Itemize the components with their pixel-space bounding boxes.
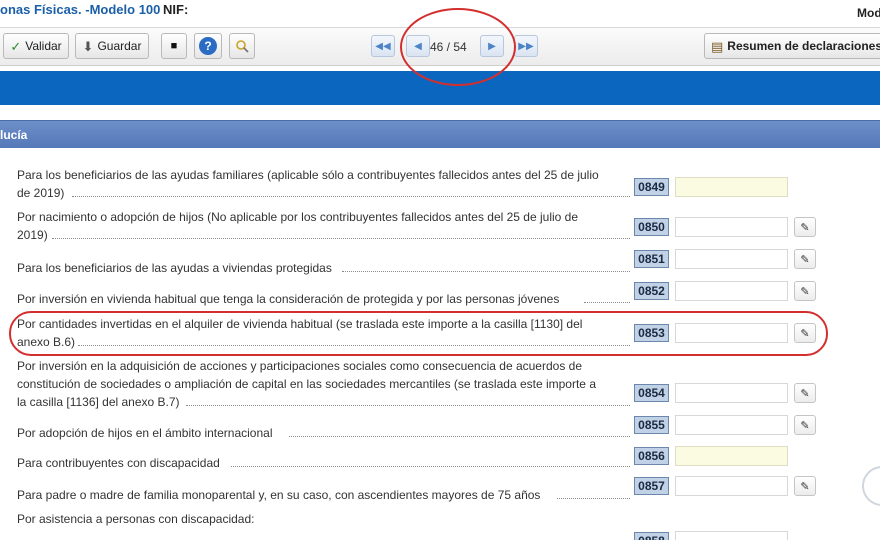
pencil-icon: ✎ [800, 253, 810, 266]
blue-header-band [0, 71, 880, 105]
search-button[interactable] [229, 33, 255, 59]
search-icon [236, 40, 249, 53]
code-0857: 0857 [634, 477, 669, 495]
row-label-0855: Por adopción de hijos en el ámbito inter… [17, 426, 273, 440]
amount-field-0858[interactable] [675, 531, 788, 540]
code-0855: 0855 [634, 416, 669, 434]
amount-field-0856[interactable] [675, 446, 788, 466]
amount-field-0853[interactable] [675, 323, 788, 343]
row-leader [186, 405, 630, 406]
code-0856: 0856 [634, 447, 669, 465]
row-leader [584, 302, 630, 303]
edit-button-0853[interactable]: ✎ [794, 323, 816, 343]
amount-field-0849[interactable] [675, 177, 788, 197]
row-label-0854: Por inversión en la adquisición de accio… [17, 359, 596, 409]
row-leader [231, 466, 630, 467]
row-leader [78, 345, 630, 346]
pencil-icon: ✎ [800, 221, 810, 234]
code-0851: 0851 [634, 250, 669, 268]
next-page-icon: ▶ [488, 40, 496, 52]
first-page-icon: ◀◀ [375, 40, 391, 52]
toolbar: ✓ Validar ⬇ Guardar ■ ? ◀◀ ◀ 46 / 54 ▶ ▶… [0, 28, 880, 66]
checkmark-icon: ✓ [10, 38, 22, 54]
title-bar: onas Físicas. -Modelo 100 NIF: Mod [0, 0, 880, 28]
video-button[interactable]: ■ [161, 33, 187, 59]
last-page-icon: ▶▶ [518, 40, 534, 52]
mod-label: Mod [857, 6, 880, 20]
previous-page-button[interactable]: ◀ [406, 35, 430, 57]
row-leader [342, 271, 630, 272]
video-camera-icon: ■ [170, 39, 178, 52]
save-button[interactable]: ⬇ Guardar [75, 33, 149, 59]
pencil-icon: ✎ [800, 285, 810, 298]
row-leader [557, 498, 630, 499]
floating-assistant-button[interactable] [862, 466, 880, 506]
pencil-icon: ✎ [800, 480, 810, 493]
amount-field-0850[interactable] [675, 217, 788, 237]
help-button[interactable]: ? [194, 33, 222, 59]
section-title: lucía [0, 128, 28, 142]
summary-label: Resumen de declaraciones [727, 39, 880, 53]
amount-field-0855[interactable] [675, 415, 788, 435]
row-label-0858: Por asistencia a personas con discapacid… [17, 512, 255, 526]
code-0850: 0850 [634, 218, 669, 236]
edit-button-0854[interactable]: ✎ [794, 383, 816, 403]
validate-label: Validar [25, 39, 62, 53]
next-page-button[interactable]: ▶ [480, 35, 504, 57]
row-label-0857: Para padre o madre de familia monoparent… [17, 488, 541, 502]
row-leader [72, 196, 630, 197]
code-0854: 0854 [634, 384, 669, 402]
edit-button-0855[interactable]: ✎ [794, 415, 816, 435]
summary-list-icon: ▤ [711, 38, 724, 54]
edit-button-0850[interactable]: ✎ [794, 217, 816, 237]
page-indicator: 46 / 54 [430, 40, 467, 54]
save-label: Guardar [97, 39, 142, 53]
row-leader [289, 436, 630, 437]
pencil-icon: ✎ [800, 419, 810, 432]
last-page-button[interactable]: ▶▶ [514, 35, 538, 57]
edit-button-0852[interactable]: ✎ [794, 281, 816, 301]
code-0853: 0853 [634, 324, 669, 342]
row-leader [52, 238, 630, 239]
pencil-icon: ✎ [800, 327, 810, 340]
save-icon: ⬇ [82, 38, 94, 54]
validate-button[interactable]: ✓ Validar [3, 33, 69, 59]
amount-field-0851[interactable] [675, 249, 788, 269]
help-icon: ? [199, 37, 217, 55]
edit-button-0851[interactable]: ✎ [794, 249, 816, 269]
amount-field-0852[interactable] [675, 281, 788, 301]
pencil-icon: ✎ [800, 387, 810, 400]
row-label-0856: Para contribuyentes con discapacidad [17, 456, 220, 470]
code-0849: 0849 [634, 178, 669, 196]
row-label-0852: Por inversión en vivienda habitual que t… [17, 292, 560, 306]
previous-page-icon: ◀ [414, 40, 422, 52]
amount-field-0857[interactable] [675, 476, 788, 496]
edit-button-0857[interactable]: ✎ [794, 476, 816, 496]
summary-button[interactable]: ▤ Resumen de declaraciones [704, 33, 880, 59]
code-0852: 0852 [634, 282, 669, 300]
app-title: onas Físicas. -Modelo 100 [0, 2, 161, 17]
row-label-0851: Para los beneficiarios de las ayudas a v… [17, 261, 332, 275]
amount-field-0854[interactable] [675, 383, 788, 403]
code-0858: 0858 [634, 532, 669, 540]
section-header: lucía [0, 120, 880, 148]
first-page-button[interactable]: ◀◀ [371, 35, 395, 57]
nif-label: NIF: [163, 2, 189, 17]
